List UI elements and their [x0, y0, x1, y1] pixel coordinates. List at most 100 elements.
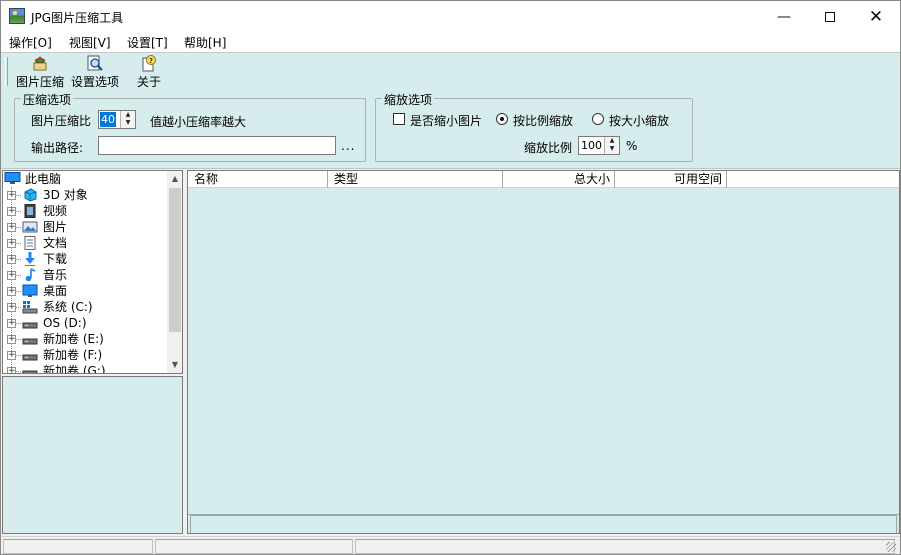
column-type[interactable]: 类型 — [328, 171, 503, 188]
app-window: JPG图片压缩工具 — ✕ 操作[O] 视图[V] 设置[T] 帮助[H] 图片… — [0, 0, 901, 555]
tree-item-label: 此电脑 — [25, 172, 62, 186]
compress-options-group: 压缩选项 图片压缩比 40 ▲ ▼ 值越小压缩率越大 输出路径: ... — [14, 91, 366, 162]
tree-item-music[interactable]: + 音乐 — [3, 267, 167, 283]
scale-options-title: 缩放选项 — [382, 91, 435, 108]
expand-icon[interactable]: + — [7, 367, 16, 373]
expand-icon[interactable]: + — [7, 303, 16, 312]
maximize-icon — [825, 11, 835, 22]
expand-icon[interactable]: + — [7, 319, 16, 328]
menu-view[interactable]: 视图[V] — [69, 34, 111, 51]
proportional-scale-label[interactable]: 按比例缩放 — [513, 112, 573, 129]
tree-item-pictures[interactable]: + 图片 — [3, 219, 167, 235]
tree-item-drive-f[interactable]: + 新加卷 (F:) — [3, 347, 167, 363]
minimize-button[interactable]: — — [761, 1, 807, 32]
download-icon — [25, 252, 35, 266]
tree-item-label: OS (D:) — [43, 316, 87, 330]
tree-item-label: 新加卷 (E:) — [43, 332, 104, 346]
menu-operation[interactable]: 操作[O] — [9, 34, 52, 51]
close-icon: ✕ — [868, 6, 884, 27]
settings-options-button[interactable]: 设置选项 — [70, 55, 120, 89]
menu-settings[interactable]: 设置[T] — [127, 34, 168, 51]
expand-icon[interactable]: + — [7, 207, 16, 216]
app-picture-icon — [9, 8, 25, 24]
scale-ratio-arrows[interactable]: ▲ ▼ — [604, 137, 619, 154]
expand-icon[interactable]: + — [7, 335, 16, 344]
tree-scrollbar[interactable]: ▲ ▼ — [167, 171, 182, 373]
tree-item-this-pc[interactable]: 此电脑 — [3, 171, 167, 187]
expand-icon[interactable]: + — [7, 239, 16, 248]
svg-text:?: ? — [149, 57, 153, 65]
window-title: JPG图片压缩工具 — [31, 11, 124, 25]
proportional-scale-radio[interactable] — [496, 113, 508, 125]
status-panel-1 — [3, 539, 153, 554]
maximize-button[interactable] — [807, 1, 853, 32]
about-label: 关于 — [136, 75, 161, 89]
documents-icon — [24, 236, 36, 250]
compress-options-title: 压缩选项 — [21, 91, 74, 108]
drive-icon — [22, 338, 38, 345]
tree-item-desktop[interactable]: + 桌面 — [3, 283, 167, 299]
options-panel: 压缩选项 图片压缩比 40 ▲ ▼ 值越小压缩率越大 输出路径: ... 缩放选… — [1, 89, 900, 169]
tree-item-label: 新加卷 (F:) — [43, 348, 103, 362]
tree-item-downloads[interactable]: + 下载 — [3, 251, 167, 267]
spin-down-icon[interactable]: ▼ — [121, 119, 135, 127]
folder-tree[interactable]: 此电脑 + 3D 对象 + 视频 + 图片 + 文档 + 下载 + 音乐 + 桌… — [2, 170, 183, 374]
toolbar-grip[interactable] — [5, 57, 8, 86]
video-icon — [24, 204, 36, 218]
tree-item-3d-objects[interactable]: + 3D 对象 — [3, 187, 167, 203]
shrink-image-label[interactable]: 是否缩小图片 — [410, 112, 482, 129]
scale-ratio-spinner[interactable]: 100 ▲ ▼ — [578, 136, 620, 155]
status-bar — [1, 536, 900, 554]
scale-ratio-value[interactable]: 100 — [580, 138, 603, 153]
spin-up-icon[interactable]: ▲ — [605, 137, 619, 145]
size-scale-label[interactable]: 按大小缩放 — [609, 112, 669, 129]
scroll-thumb[interactable] — [169, 188, 181, 332]
menu-help[interactable]: 帮助[H] — [184, 34, 226, 51]
tree-item-video[interactable]: + 视频 — [3, 203, 167, 219]
expand-icon[interactable]: + — [7, 191, 16, 200]
system-drive-icon — [22, 301, 38, 314]
file-list[interactable]: 名称 类型 总大小 可用空间 — [187, 170, 900, 534]
expand-icon[interactable]: + — [7, 223, 16, 232]
expand-icon[interactable]: + — [7, 255, 16, 264]
compress-ratio-value[interactable]: 40 — [100, 112, 116, 127]
magnifier-settings-icon — [87, 55, 103, 71]
spin-up-icon[interactable]: ▲ — [121, 111, 135, 119]
expand-icon[interactable]: + — [7, 287, 16, 296]
compress-ratio-arrows[interactable]: ▲ ▼ — [120, 111, 135, 128]
shrink-image-checkbox[interactable] — [393, 113, 405, 125]
scroll-up-icon[interactable]: ▲ — [167, 171, 182, 187]
menu-bar: 操作[O] 视图[V] 设置[T] 帮助[H] — [1, 32, 900, 52]
scale-unit-label: % — [626, 139, 638, 153]
close-button[interactable]: ✕ — [853, 1, 899, 32]
status-panel-2 — [155, 539, 353, 554]
column-name[interactable]: 名称 — [188, 171, 328, 188]
3d-objects-icon — [24, 188, 37, 202]
expand-icon[interactable]: + — [7, 351, 16, 360]
drive-icon — [22, 354, 38, 361]
tree-item-drive-g[interactable]: + 新加卷 (G:) — [3, 363, 167, 374]
expand-icon[interactable]: + — [7, 271, 16, 280]
compress-image-button[interactable]: 图片压缩 — [15, 55, 65, 89]
tree-item-drive-d[interactable]: + OS (D:) — [3, 315, 167, 331]
output-path-input[interactable] — [98, 136, 336, 155]
drive-icon — [22, 322, 38, 329]
title-bar[interactable]: JPG图片压缩工具 — ✕ — [1, 1, 900, 32]
spin-down-icon[interactable]: ▼ — [605, 145, 619, 153]
about-help-icon: ? — [142, 55, 156, 72]
tree-item-label: 新加卷 (G:) — [43, 364, 106, 374]
compress-ratio-spinner[interactable]: 40 ▲ ▼ — [98, 110, 136, 129]
tree-item-documents[interactable]: + 文档 — [3, 235, 167, 251]
browse-output-button[interactable]: ... — [341, 139, 355, 153]
resize-grip-icon[interactable] — [886, 542, 896, 552]
about-button[interactable]: ? 关于 — [133, 55, 165, 89]
scroll-down-icon[interactable]: ▼ — [167, 357, 182, 373]
column-total-size[interactable]: 总大小 — [503, 171, 615, 188]
minimize-icon: — — [777, 8, 791, 25]
tree-item-label: 桌面 — [43, 284, 68, 298]
tree-item-label: 音乐 — [43, 268, 68, 282]
size-scale-radio[interactable] — [592, 113, 604, 125]
column-free-space[interactable]: 可用空间 — [615, 171, 727, 188]
tree-item-drive-c[interactable]: + 系统 (C:) — [3, 299, 167, 315]
tree-item-drive-e[interactable]: + 新加卷 (E:) — [3, 331, 167, 347]
